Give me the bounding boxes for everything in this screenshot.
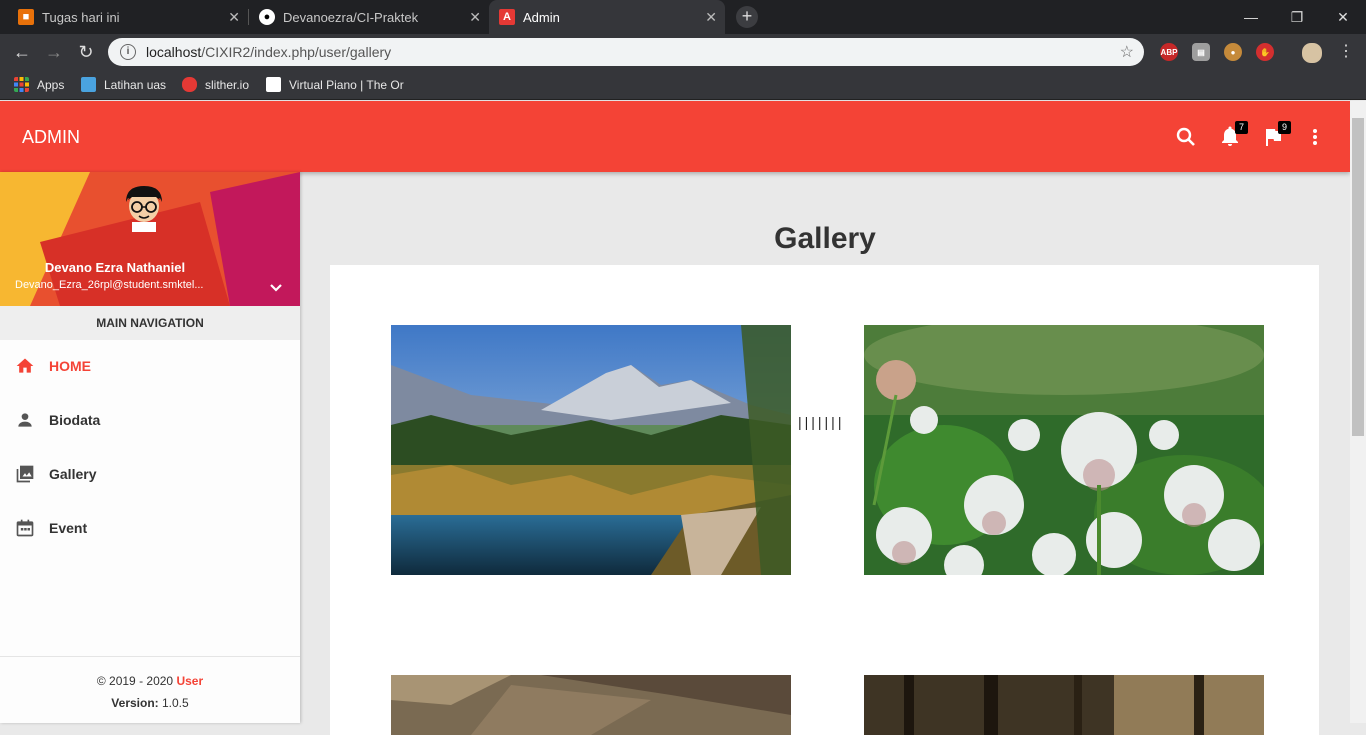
browser-tab[interactable]: ● Devanoezra/CI-Praktek ✕ — [249, 0, 489, 34]
chat-extension-icon[interactable]: ▤ — [1192, 43, 1210, 61]
version-value: 1.0.5 — [158, 696, 189, 710]
photo-library-icon — [16, 465, 34, 483]
sidebar-item-label: HOME — [49, 358, 91, 374]
sidebar-item-home[interactable]: HOME — [0, 339, 300, 393]
browser-tab-strip: ■ Tugas hari ini ✕ ● Devanoezra/CI-Prakt… — [0, 0, 1366, 34]
tab-title: Tugas hari ini — [42, 9, 120, 25]
notifications-button[interactable]: 7 — [1218, 121, 1248, 149]
image-separator: ||||||| — [798, 414, 845, 430]
chevron-down-icon[interactable] — [268, 280, 284, 296]
more-vert-icon[interactable] — [1303, 125, 1327, 149]
github-icon: ● — [259, 9, 275, 25]
gallery-card: ||||||| — [330, 265, 1319, 735]
user-name: Devano Ezra Nathaniel — [44, 260, 186, 275]
bookmarks-bar: Apps Latihan uas slither.io Virtual Pian… — [0, 70, 1366, 100]
avatar[interactable] — [122, 184, 166, 232]
main-content: Gallery ||||||| — [300, 172, 1350, 735]
reload-icon[interactable]: ↻ — [74, 40, 98, 64]
adblock-icon[interactable]: ABP — [1160, 43, 1178, 61]
tab-favicon-icon: A — [499, 9, 515, 25]
close-tab-icon[interactable]: ✕ — [228, 9, 240, 26]
back-icon[interactable]: ← — [10, 40, 34, 64]
notifications-badge: 7 — [1235, 121, 1248, 134]
forward-icon[interactable]: → — [42, 40, 66, 64]
user-info-panel: Devano Ezra Nathaniel Devano_Ezra_26rpl@… — [0, 172, 300, 306]
url-path: /CIXIR2/index.php/user/gallery — [201, 44, 392, 60]
bookmark-favicon-icon — [182, 77, 197, 92]
sidebar: Devano Ezra Nathaniel Devano_Ezra_26rpl@… — [0, 172, 300, 723]
browser-menu-icon[interactable]: ⋮ — [1334, 40, 1358, 64]
home-icon — [16, 358, 34, 373]
gallery-image-canyon[interactable] — [391, 675, 791, 735]
calendar-icon — [16, 519, 34, 537]
sidebar-footer: © 2019 - 2020 User Version: 1.0.5 — [0, 656, 300, 723]
bookmark-label: slither.io — [205, 77, 250, 92]
cookie-icon[interactable]: ● — [1224, 43, 1242, 61]
search-icon[interactable] — [1174, 125, 1198, 149]
person-icon — [18, 413, 32, 427]
version-label: Version: — [111, 696, 159, 710]
bookmark-apps[interactable]: Apps — [14, 77, 64, 92]
app-top-bar: ADMIN 7 9 — [0, 101, 1350, 172]
flags-button[interactable]: 9 — [1261, 121, 1291, 149]
close-window-button[interactable]: ✕ — [1320, 0, 1366, 34]
info-icon[interactable]: i — [120, 44, 136, 60]
restore-button[interactable]: ❐ — [1274, 0, 1320, 34]
url-host: localhost — [146, 44, 202, 60]
flags-badge: 9 — [1278, 121, 1291, 134]
tab-title: Devanoezra/CI-Praktek — [283, 9, 419, 25]
sidebar-item-biodata[interactable]: Biodata — [0, 393, 300, 447]
scrollbar-thumb[interactable] — [1352, 118, 1364, 436]
sidebar-item-label: Event — [49, 520, 88, 536]
stop-extension-icon[interactable]: ✋ — [1256, 43, 1274, 61]
browser-tab[interactable]: ■ Tugas hari ini ✕ — [8, 0, 248, 34]
brand-title[interactable]: ADMIN — [22, 127, 80, 148]
sidebar-item-label: Biodata — [49, 412, 101, 428]
apps-grid-icon — [14, 77, 29, 92]
tab-title: Admin — [523, 9, 560, 25]
close-tab-icon[interactable]: ✕ — [469, 9, 481, 26]
bookmark-favicon-icon — [81, 77, 96, 92]
adblock-label: ABP — [1160, 47, 1178, 57]
gallery-image-forest[interactable] — [864, 675, 1264, 735]
new-tab-button[interactable]: + — [736, 6, 758, 28]
bookmark-star-icon[interactable]: ☆ — [1120, 42, 1134, 62]
browser-toolbar: ← → ↻ i localhost/CIXIR2/index.php/user/… — [0, 34, 1366, 70]
gallery-image-mountain-lake[interactable] — [391, 325, 791, 575]
sidebar-item-gallery[interactable]: Gallery — [0, 447, 300, 501]
nav-header: MAIN NAVIGATION — [0, 306, 300, 340]
gallery-image-clover-flowers[interactable] — [864, 325, 1264, 575]
bookmark-label: Apps — [37, 77, 65, 92]
close-tab-icon[interactable]: ✕ — [705, 9, 717, 26]
bookmark-label: Latihan uas — [104, 77, 167, 92]
copyright-text: © 2019 - 2020 — [96, 674, 177, 688]
footer-user-link[interactable]: User — [176, 674, 203, 688]
sidebar-item-label: Gallery — [49, 466, 97, 482]
user-email: Devano_Ezra_26rpl@student.smktel... — [15, 279, 204, 291]
bookmark-slither[interactable]: slither.io — [182, 77, 249, 92]
bookmark-virtual-piano[interactable]: Virtual Piano | The Or — [266, 77, 406, 92]
bookmark-favicon-icon — [266, 77, 281, 92]
address-bar[interactable]: i localhost/CIXIR2/index.php/user/galler… — [108, 38, 1144, 66]
bookmark-latihan-uas[interactable]: Latihan uas — [81, 77, 166, 92]
profile-avatar-icon[interactable] — [1302, 43, 1322, 63]
sidebar-item-event[interactable]: Event — [0, 501, 300, 555]
tab-favicon-icon: ■ — [18, 9, 34, 25]
browser-tab-active[interactable]: A Admin ✕ — [489, 0, 725, 34]
minimize-button[interactable]: — — [1228, 0, 1274, 34]
page-title: Gallery — [774, 222, 876, 255]
bookmark-label: Virtual Piano | The Or — [289, 77, 404, 92]
